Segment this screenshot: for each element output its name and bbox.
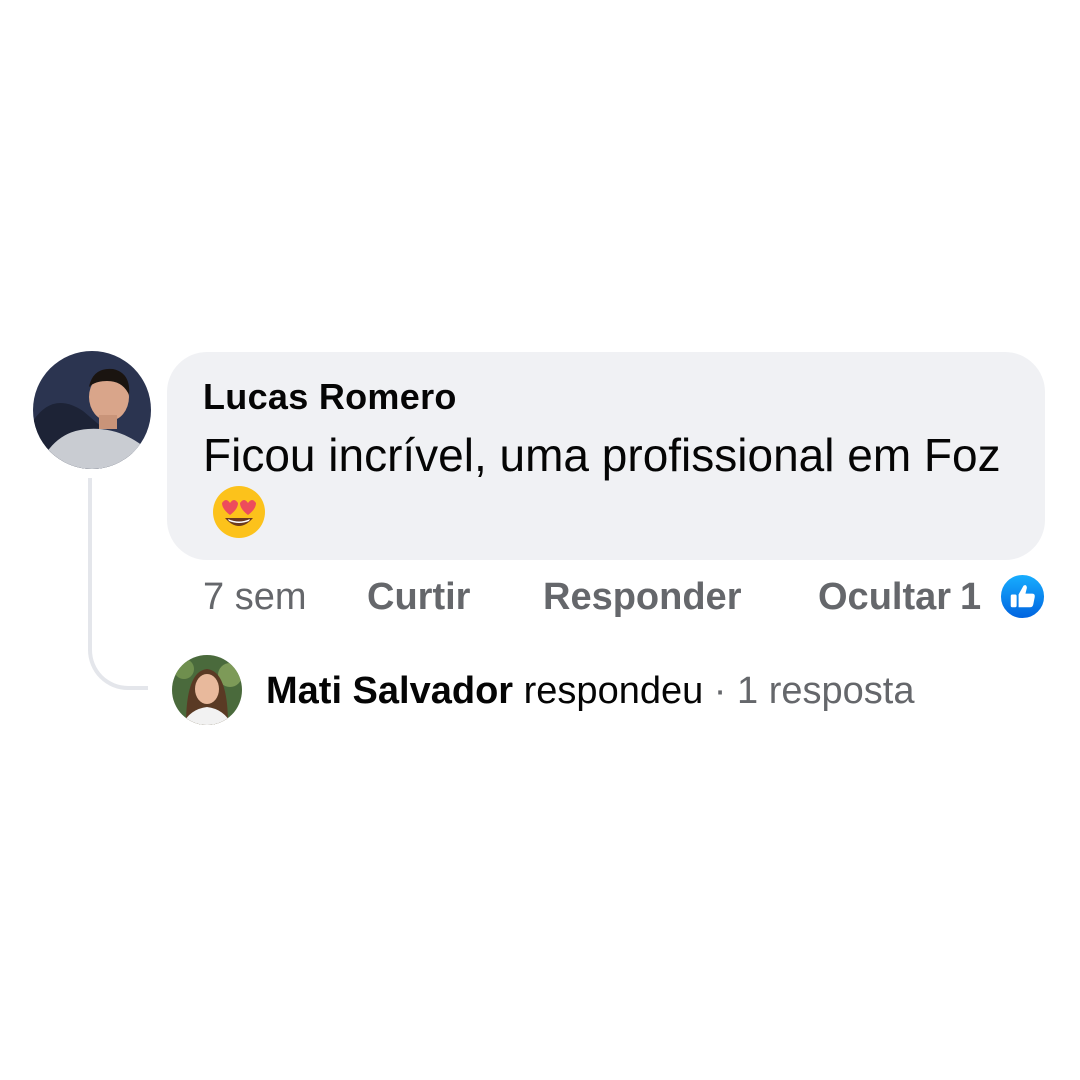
comment-author[interactable]: Lucas Romero bbox=[203, 376, 457, 418]
like-icon[interactable] bbox=[999, 573, 1046, 620]
comment-bubble: Lucas Romero Ficou incrível, uma profiss… bbox=[167, 352, 1045, 560]
heart-eyes-emoji-icon bbox=[211, 484, 267, 540]
separator-dot: · bbox=[713, 670, 727, 712]
reaction-count[interactable]: 1 bbox=[960, 576, 981, 619]
replier-name[interactable]: Mati Salvador bbox=[266, 670, 513, 712]
reply-button[interactable]: Responder bbox=[543, 576, 741, 619]
hide-button[interactable]: Ocultar bbox=[818, 576, 951, 619]
like-button[interactable]: Curtir bbox=[367, 576, 470, 619]
comment-text: Ficou incrível, uma profissional em Foz bbox=[203, 426, 1033, 543]
comment-body: Ficou incrível, uma profissional em Foz bbox=[203, 429, 1001, 481]
replied-label: respondeu bbox=[523, 670, 704, 712]
replier-avatar[interactable] bbox=[172, 655, 242, 725]
reply-thread-connector bbox=[88, 478, 148, 690]
replies-summary[interactable]: Mati Salvador respondeu · 1 resposta bbox=[266, 668, 914, 714]
reply-count[interactable]: 1 resposta bbox=[737, 670, 914, 712]
commenter-avatar[interactable] bbox=[33, 351, 151, 469]
comment-timestamp[interactable]: 7 sem bbox=[203, 576, 306, 619]
